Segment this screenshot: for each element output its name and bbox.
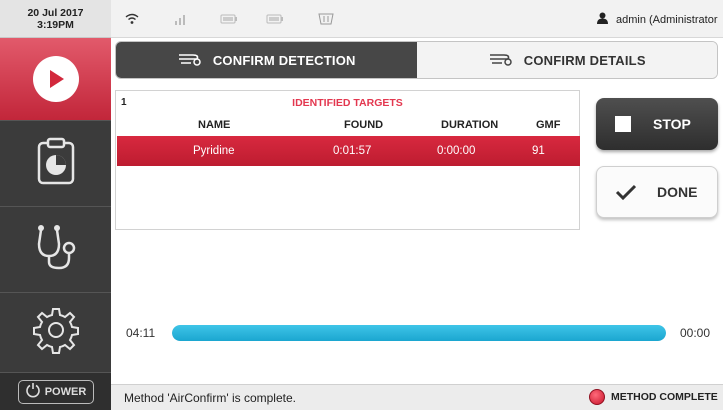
column-header-duration: DURATION bbox=[441, 119, 499, 131]
cell-duration: 0:00:00 bbox=[437, 145, 476, 157]
method-status: METHOD COMPLETE bbox=[589, 389, 718, 405]
elapsed-time: 04:11 bbox=[126, 326, 156, 340]
time-label: 3:19PM bbox=[37, 19, 74, 31]
status-message: Method 'AirConfirm' is complete. bbox=[124, 391, 296, 405]
cell-name: Pyridine bbox=[193, 145, 235, 157]
tab-confirm-detection[interactable]: CONFIRM DETECTION bbox=[116, 42, 417, 78]
progress-bar bbox=[172, 325, 666, 341]
progress-fill bbox=[172, 325, 666, 341]
power-icon bbox=[25, 382, 41, 401]
status-bar: admin (Administrator bbox=[111, 0, 723, 38]
user-icon bbox=[597, 12, 608, 27]
wind-icon bbox=[177, 51, 203, 70]
bottom-status-bar: Method 'AirConfirm' is complete. METHOD … bbox=[111, 384, 723, 410]
table-row[interactable]: Pyridine 0:01:57 0:00:00 91 bbox=[117, 136, 580, 166]
identified-targets-panel: 1 IDENTIFIED TARGETS NAME FOUND DURATION… bbox=[115, 90, 580, 230]
battery-icon bbox=[220, 12, 238, 26]
power-button[interactable]: POWER bbox=[17, 379, 94, 404]
stop-button[interactable]: STOP bbox=[596, 98, 718, 150]
play-icon bbox=[32, 56, 79, 102]
tab-label: CONFIRM DETAILS bbox=[523, 52, 646, 68]
signal-icon bbox=[174, 12, 186, 26]
power-label: POWER bbox=[44, 385, 87, 398]
nav-report-button[interactable] bbox=[0, 120, 111, 206]
tab-label: CONFIRM DETECTION bbox=[212, 52, 356, 68]
wifi-icon bbox=[125, 12, 139, 26]
status-indicator-icon bbox=[589, 389, 605, 405]
nav-run-button[interactable] bbox=[0, 38, 111, 120]
clipboard-chart-icon bbox=[36, 137, 76, 190]
column-header-name: NAME bbox=[198, 119, 231, 131]
column-header-gmf: GMF bbox=[536, 119, 561, 131]
check-icon bbox=[615, 183, 637, 201]
storage-icon bbox=[318, 12, 334, 26]
stop-label: STOP bbox=[653, 116, 691, 132]
done-button[interactable]: DONE bbox=[596, 166, 718, 218]
tab-bar: CONFIRM DETECTION CONFIRM DETAILS bbox=[115, 41, 718, 79]
power-bar: POWER bbox=[0, 372, 111, 410]
nav-diagnostics-button[interactable] bbox=[0, 206, 111, 292]
date-label: 20 Jul 2017 bbox=[27, 7, 84, 19]
panel-title: IDENTIFIED TARGETS bbox=[292, 97, 403, 109]
nav-settings-button[interactable] bbox=[0, 292, 111, 372]
gear-icon bbox=[32, 306, 80, 359]
user-info[interactable]: admin (Administrator bbox=[597, 12, 717, 27]
done-label: DONE bbox=[657, 184, 698, 200]
date-time: 20 Jul 2017 3:19PM bbox=[0, 0, 111, 38]
wind-icon bbox=[488, 51, 514, 70]
cell-found: 0:01:57 bbox=[333, 145, 372, 157]
left-nav: 20 Jul 2017 3:19PM POWER bbox=[0, 0, 111, 410]
cell-gmf: 91 bbox=[532, 145, 545, 157]
stethoscope-icon bbox=[33, 222, 79, 277]
battery-icon bbox=[266, 12, 284, 26]
tab-confirm-details[interactable]: CONFIRM DETAILS bbox=[416, 42, 717, 78]
column-header-found: FOUND bbox=[344, 119, 384, 131]
user-label: admin (Administrator bbox=[616, 13, 718, 26]
remaining-time: 00:00 bbox=[680, 326, 711, 340]
stop-icon bbox=[615, 116, 631, 132]
method-status-label: METHOD COMPLETE bbox=[611, 391, 718, 403]
